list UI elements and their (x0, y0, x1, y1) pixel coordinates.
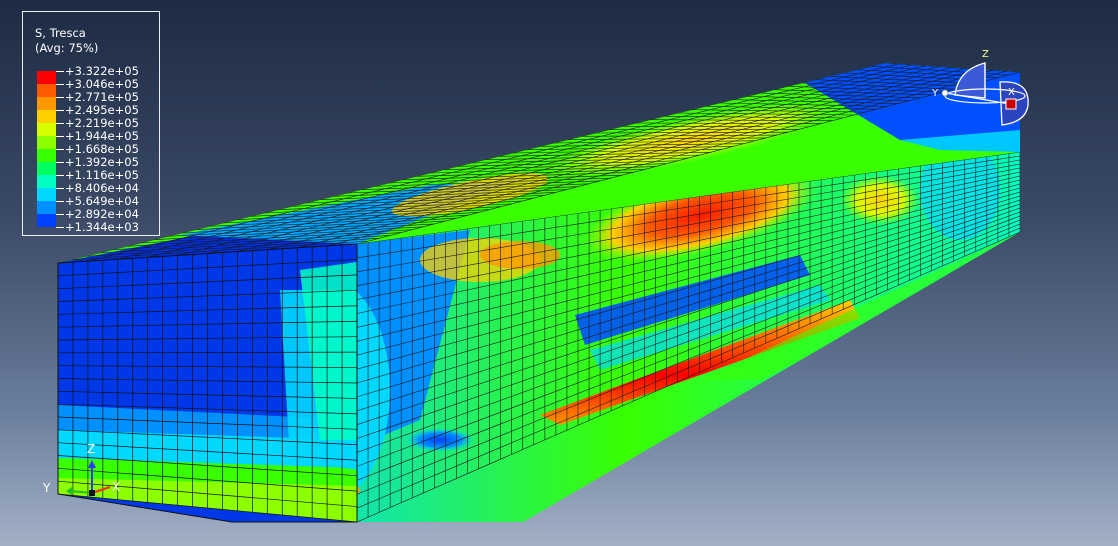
compass-y-label: Y (931, 88, 939, 99)
model-render[interactable]: Z Y X Z Y X (0, 0, 1118, 546)
legend-swatch (37, 175, 56, 188)
legend-swatch (37, 123, 56, 136)
contour-legend: S, Tresca (Avg: 75%) +3.322e+05 +3.046e+0… (22, 11, 160, 236)
legend-swatch (37, 149, 56, 162)
legend-swatch (37, 188, 56, 201)
legend-tick (56, 214, 64, 215)
legend-title: S, Tresca (35, 26, 86, 40)
compass-z-label: Z (982, 49, 989, 60)
legend-swatch (37, 214, 56, 227)
legend-tick (56, 71, 64, 72)
legend-value-label: +1.344e+03 (65, 220, 139, 234)
legend-tick (56, 175, 64, 176)
legend-swatch (37, 201, 56, 214)
legend-tick (56, 84, 64, 85)
legend-tick (56, 110, 64, 111)
legend-swatch (37, 97, 56, 110)
legend-swatch (37, 84, 56, 97)
triad-bottom-x-label: X (112, 480, 120, 494)
beam-front-face (57, 243, 358, 523)
legend-tick (56, 149, 64, 150)
legend-averaging: (Avg: 75%) (35, 41, 99, 55)
triad-bottom-y-label: Y (42, 481, 51, 495)
legend-tick (56, 227, 64, 228)
triad-bottom-z-label: Z (87, 442, 95, 456)
legend-swatch (37, 136, 56, 149)
legend-swatch (37, 71, 56, 84)
legend-tick (56, 201, 64, 202)
legend-tick (56, 123, 64, 124)
compass-x-label: X (1008, 87, 1015, 98)
legend-tick (56, 188, 64, 189)
legend-swatch (37, 110, 56, 123)
legend-tick (56, 162, 64, 163)
legend-tick (56, 136, 64, 137)
legend-swatch (37, 162, 56, 175)
viewport[interactable]: Z Y X Z Y X S, Tresca (Avg: 75%) +3.322e… (0, 0, 1118, 546)
legend-tick (56, 97, 64, 98)
